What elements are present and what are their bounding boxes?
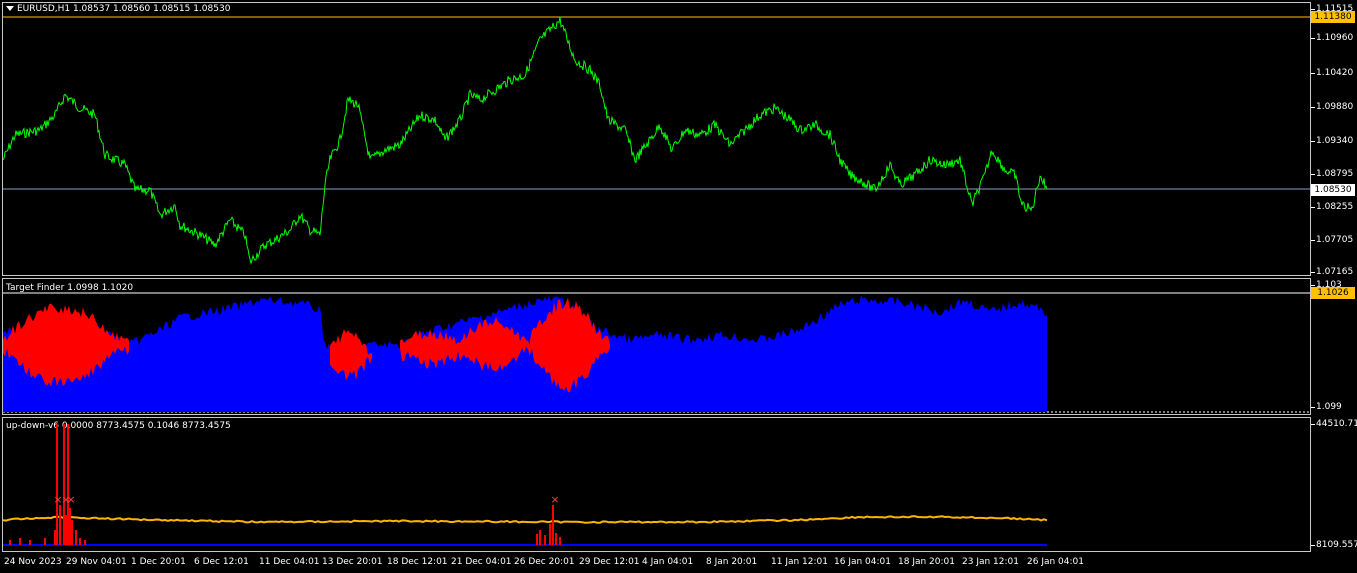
tf-price-tag: 1.1026 [1311, 287, 1355, 299]
time-axis-label: 26 Dec 20:01 [514, 557, 575, 567]
ud-y-tick-top: 44510.716 [1311, 419, 1357, 429]
ud-cross-marker: × [550, 493, 559, 506]
price-tag-current: 1.08530 [1311, 184, 1355, 196]
price-y-tick: 1.07165 [1310, 267, 1354, 277]
chart-drawing: ××× × [2, 16, 1310, 546]
price-y-tick: 1.10960 [1310, 33, 1354, 43]
time-axis-label: 29 Nov 04:01 [66, 557, 127, 567]
price-line [2, 16, 1048, 266]
price-y-tick: 1.08795 [1310, 169, 1354, 179]
time-axis-label: 4 Jan 04:01 [642, 557, 694, 567]
price-y-tick: 1.09340 [1310, 136, 1354, 146]
price-y-tick: 1.10420 [1310, 68, 1354, 78]
ud-cross-marker: × [66, 493, 75, 506]
price-y-tick: 1.09880 [1310, 102, 1354, 112]
price-tag-top: 1.11380 [1311, 11, 1355, 23]
time-axis-label: 6 Dec 12:01 [194, 557, 249, 567]
tf-up-area [3, 295, 1047, 412]
time-axis-label: 21 Dec 04:01 [451, 557, 512, 567]
time-axis-label: 1 Dec 20:01 [131, 557, 186, 567]
time-axis-label: 26 Jan 04:01 [1027, 557, 1084, 567]
tf-y-tick-bottom: 1.099 [1311, 402, 1342, 412]
time-axis-label: 23 Jan 12:01 [962, 557, 1019, 567]
time-axis-label: 18 Jan 20:01 [898, 557, 955, 567]
time-axis-label: 16 Jan 04:01 [834, 557, 891, 567]
time-axis-label: 11 Dec 04:01 [259, 557, 320, 567]
ud-signal-line [2, 515, 1048, 524]
time-axis-label: 18 Dec 12:01 [387, 557, 448, 567]
price-y-tick: 1.07705 [1310, 235, 1354, 245]
time-axis-label: 8 Jan 20:01 [706, 557, 758, 567]
ud-y-tick-bottom: 8109.557 [1311, 540, 1357, 550]
time-axis-label: 29 Dec 12:01 [579, 557, 640, 567]
price-y-tick: 1.08255 [1310, 202, 1354, 212]
time-axis-label: 24 Nov 2023 [4, 557, 62, 567]
time-axis-label: 11 Jan 12:01 [771, 557, 828, 567]
time-axis-label: 13 Dec 20:01 [322, 557, 383, 567]
